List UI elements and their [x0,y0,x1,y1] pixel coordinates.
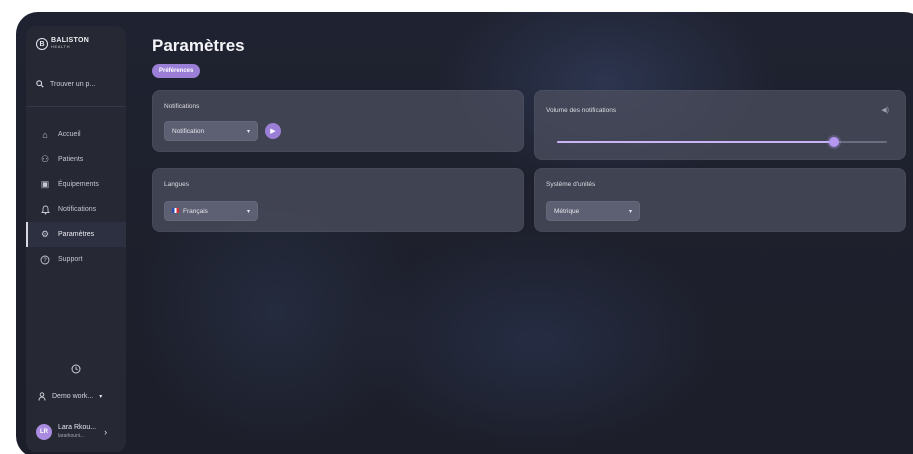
sidebar-item-label: Accueil [58,131,81,138]
notifications-card: Notifications Notification ▾ ▶ [152,90,524,152]
sidebar-item-parametres[interactable]: ⚙ Paramètres [26,222,126,247]
slider-fill [557,141,834,143]
workspace-switcher[interactable]: Demo work... ▾ [38,392,102,401]
languages-card: Langues Français ▾ [152,168,524,232]
card-title: Langues [164,181,189,188]
notification-sound-select[interactable]: Notification ▾ [164,121,258,141]
logo-subtitle: HEALTH [51,44,71,49]
sidebar-item-label: Notifications [58,206,97,213]
logo-mark-icon: B [36,38,48,50]
sidebar-divider [26,106,126,107]
search-icon [36,80,44,88]
sidebar-item-equipements[interactable]: ▣ Équipements [26,172,126,197]
patient-search[interactable]: Trouver un p... [36,80,95,88]
chevron-right-icon: › [104,427,108,437]
gear-icon: ⚙ [40,229,50,239]
speaker-icon: ◀) [881,107,889,114]
select-value: Métrique [554,207,580,215]
logo[interactable]: B BALISTON HEALTH [36,37,89,50]
language-select[interactable]: Français ▾ [164,201,258,221]
sidebar-item-label: Patients [58,156,84,163]
sidebar-item-accueil[interactable]: ⌂ Accueil [26,122,126,147]
units-card: Système d'unités Métrique ▾ [534,168,906,232]
help-icon: ? [40,255,50,265]
select-value: Notification [172,127,205,135]
home-icon: ⌂ [42,129,48,140]
chevron-down-icon: ▾ [246,208,250,215]
sidebar-item-notifications[interactable]: Notifications [26,197,126,222]
workspace-label: Demo work... [52,393,94,400]
select-value: Français [183,207,208,215]
sidebar-item-label: Équipements [58,181,99,188]
user-name: Lara Rkou... [58,424,97,431]
sidebar-item-label: Paramètres [58,231,95,238]
users-icon: ⚇ [40,154,50,164]
avatar: LR [36,424,52,440]
sidebar-item-label: Support [58,256,83,263]
card-title: Notifications [164,103,200,110]
chevron-down-icon: ▾ [628,208,632,215]
volume-card: Volume des notifications ◀) [534,90,906,160]
play-icon: ▶ [270,128,276,135]
slider-thumb[interactable] [829,137,839,147]
sidebar: B BALISTON HEALTH Trouver un p... ⌂ Accu… [26,26,126,452]
bell-icon [40,205,50,215]
france-flag-icon [172,208,179,214]
chevron-down-icon: ▾ [246,128,250,135]
chevron-down-icon: ▾ [99,394,103,400]
sidebar-nav: ⌂ Accueil ⚇ Patients ▣ Équipements Notif… [26,122,126,272]
card-title: Système d'unités [546,181,596,188]
briefcase-icon: ▣ [40,179,50,189]
user-profile[interactable]: LR Lara Rkou... lararkouni... › [36,424,107,440]
unit-system-select[interactable]: Métrique ▾ [546,201,640,221]
card-title: Volume des notifications [546,107,617,114]
tab-preferences[interactable]: Préférences [152,64,201,78]
person-icon [38,392,46,401]
app-window: B BALISTON HEALTH Trouver un p... ⌂ Accu… [16,12,913,454]
search-placeholder: Trouver un p... [50,80,96,88]
user-email: lararkouni... [58,433,85,439]
sidebar-item-patients[interactable]: ⚇ Patients [26,147,126,172]
history-clock-icon[interactable] [71,364,81,377]
page-title: Paramètres [152,36,245,55]
play-sound-button[interactable]: ▶ [265,123,281,139]
sidebar-item-support[interactable]: ? Support [26,247,126,272]
volume-slider[interactable] [557,137,887,147]
